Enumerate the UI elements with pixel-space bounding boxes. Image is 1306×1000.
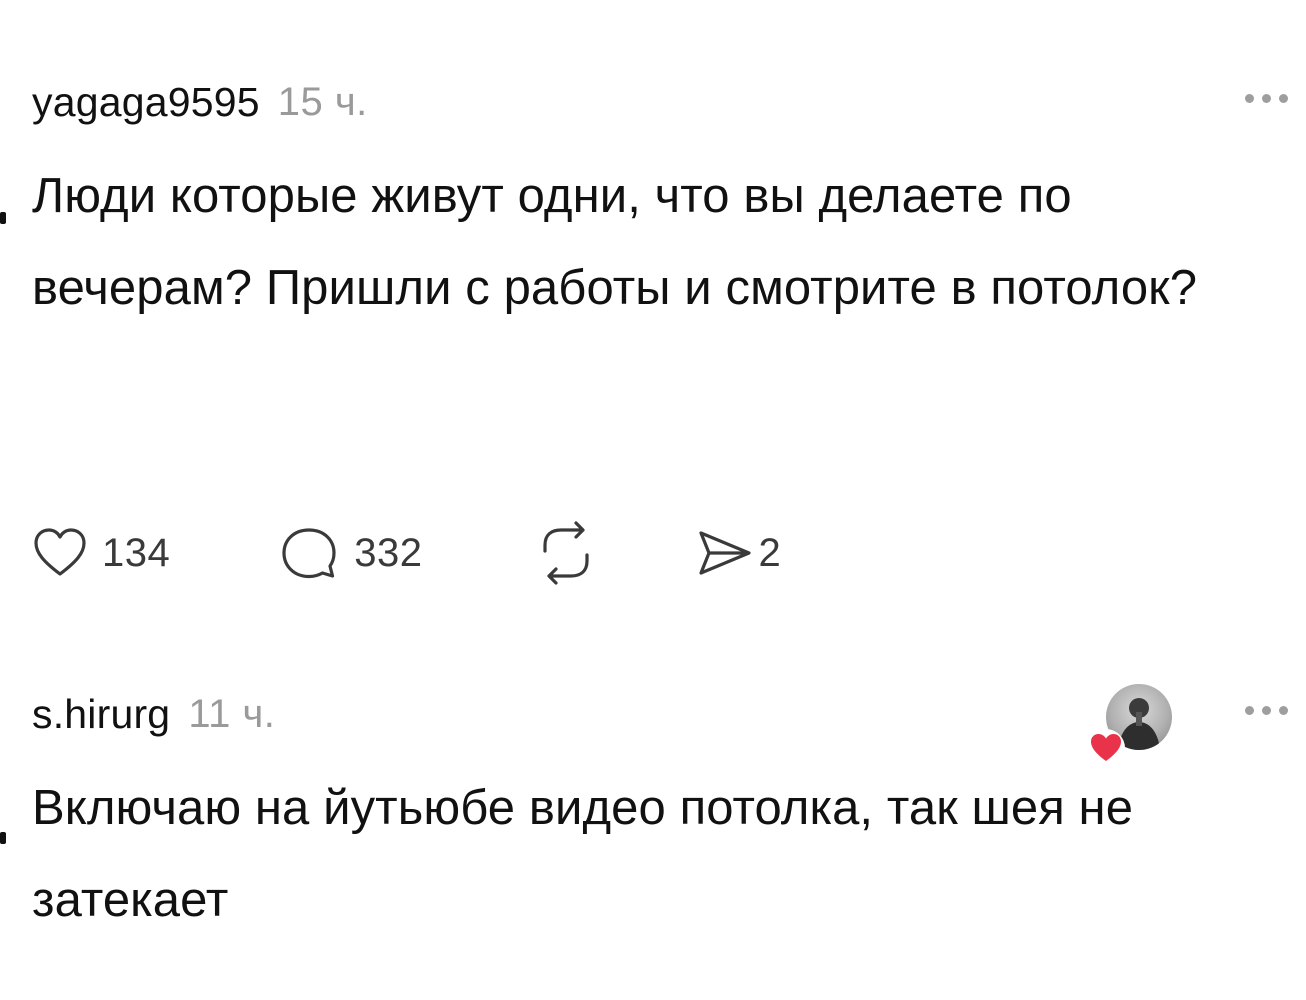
send-button[interactable]: 2	[695, 525, 782, 581]
share-count: 2	[758, 530, 782, 575]
post-header: s.hirurg 11 ч.	[32, 682, 1306, 767]
repost-icon	[542, 521, 589, 585]
heart-icon	[34, 528, 86, 576]
thread-line-mark	[0, 832, 6, 844]
post-text: Люди которые живут одни, что вы делаете …	[32, 169, 1198, 315]
comment-button[interactable]: 332	[278, 524, 422, 582]
username[interactable]: s.hirurg	[32, 691, 170, 738]
liked-heart-icon	[1087, 729, 1125, 767]
comment-count: 332	[354, 530, 423, 575]
more-icon[interactable]	[1245, 94, 1288, 103]
comment-icon	[282, 528, 336, 579]
more-icon[interactable]	[1245, 706, 1288, 715]
like-count: 134	[102, 530, 171, 575]
post-text: Включаю на йутьюбе видео потолка, так ше…	[32, 781, 1134, 927]
post-time: 11 ч.	[188, 691, 276, 736]
post: s.hirurg 11 ч. Включаю на йутьюбе видео …	[32, 682, 1306, 946]
repost-button[interactable]	[531, 521, 601, 585]
send-icon	[698, 531, 751, 575]
liked-by-avatar[interactable]	[1087, 684, 1172, 767]
post-time: 15 ч.	[277, 79, 368, 124]
like-button[interactable]: 134	[32, 527, 170, 579]
post-header: yagaga9595 15 ч.	[32, 70, 1306, 134]
username[interactable]: yagaga9595	[32, 79, 260, 126]
thread-line-mark	[0, 212, 6, 224]
post: yagaga9595 15 ч. Люди которые живут одни…	[32, 70, 1306, 585]
action-bar: 134 332 2	[32, 518, 781, 588]
